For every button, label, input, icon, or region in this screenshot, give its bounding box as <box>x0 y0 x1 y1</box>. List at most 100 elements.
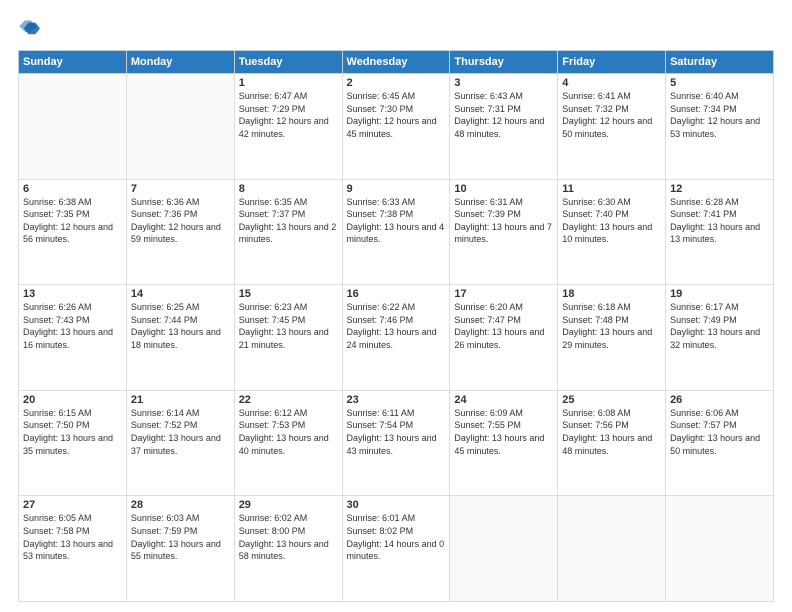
weekday-header-friday: Friday <box>558 51 666 74</box>
calendar-cell: 5Sunrise: 6:40 AMSunset: 7:34 PMDaylight… <box>666 74 774 180</box>
day-info: Sunrise: 6:30 AMSunset: 7:40 PMDaylight:… <box>562 196 661 246</box>
week-row-2: 6Sunrise: 6:38 AMSunset: 7:35 PMDaylight… <box>19 179 774 285</box>
page-header <box>18 18 774 40</box>
day-number: 14 <box>131 288 230 300</box>
calendar-cell: 12Sunrise: 6:28 AMSunset: 7:41 PMDayligh… <box>666 179 774 285</box>
day-info: Sunrise: 6:45 AMSunset: 7:30 PMDaylight:… <box>347 90 446 140</box>
week-row-5: 27Sunrise: 6:05 AMSunset: 7:58 PMDayligh… <box>19 496 774 602</box>
day-info: Sunrise: 6:40 AMSunset: 7:34 PMDaylight:… <box>670 90 769 140</box>
day-number: 15 <box>239 288 338 300</box>
day-number: 23 <box>347 394 446 406</box>
calendar-cell: 20Sunrise: 6:15 AMSunset: 7:50 PMDayligh… <box>19 390 127 496</box>
calendar-cell <box>450 496 558 602</box>
day-number: 16 <box>347 288 446 300</box>
day-info: Sunrise: 6:15 AMSunset: 7:50 PMDaylight:… <box>23 407 122 457</box>
day-info: Sunrise: 6:43 AMSunset: 7:31 PMDaylight:… <box>454 90 553 140</box>
calendar-cell: 21Sunrise: 6:14 AMSunset: 7:52 PMDayligh… <box>126 390 234 496</box>
day-info: Sunrise: 6:14 AMSunset: 7:52 PMDaylight:… <box>131 407 230 457</box>
day-info: Sunrise: 6:05 AMSunset: 7:58 PMDaylight:… <box>23 512 122 562</box>
day-number: 26 <box>670 394 769 406</box>
day-number: 8 <box>239 183 338 195</box>
calendar-cell: 11Sunrise: 6:30 AMSunset: 7:40 PMDayligh… <box>558 179 666 285</box>
day-number: 22 <box>239 394 338 406</box>
day-info: Sunrise: 6:26 AMSunset: 7:43 PMDaylight:… <box>23 301 122 351</box>
day-info: Sunrise: 6:08 AMSunset: 7:56 PMDaylight:… <box>562 407 661 457</box>
day-info: Sunrise: 6:33 AMSunset: 7:38 PMDaylight:… <box>347 196 446 246</box>
calendar-cell: 17Sunrise: 6:20 AMSunset: 7:47 PMDayligh… <box>450 285 558 391</box>
day-info: Sunrise: 6:47 AMSunset: 7:29 PMDaylight:… <box>239 90 338 140</box>
day-number: 30 <box>347 499 446 511</box>
calendar-cell: 29Sunrise: 6:02 AMSunset: 8:00 PMDayligh… <box>234 496 342 602</box>
day-info: Sunrise: 6:17 AMSunset: 7:49 PMDaylight:… <box>670 301 769 351</box>
day-info: Sunrise: 6:12 AMSunset: 7:53 PMDaylight:… <box>239 407 338 457</box>
calendar-cell: 27Sunrise: 6:05 AMSunset: 7:58 PMDayligh… <box>19 496 127 602</box>
day-number: 4 <box>562 77 661 89</box>
day-info: Sunrise: 6:35 AMSunset: 7:37 PMDaylight:… <box>239 196 338 246</box>
calendar-cell: 10Sunrise: 6:31 AMSunset: 7:39 PMDayligh… <box>450 179 558 285</box>
day-number: 9 <box>347 183 446 195</box>
calendar-cell <box>19 74 127 180</box>
calendar-cell: 19Sunrise: 6:17 AMSunset: 7:49 PMDayligh… <box>666 285 774 391</box>
day-number: 29 <box>239 499 338 511</box>
calendar-cell: 16Sunrise: 6:22 AMSunset: 7:46 PMDayligh… <box>342 285 450 391</box>
day-number: 17 <box>454 288 553 300</box>
calendar-cell <box>126 74 234 180</box>
day-number: 12 <box>670 183 769 195</box>
calendar-cell: 13Sunrise: 6:26 AMSunset: 7:43 PMDayligh… <box>19 285 127 391</box>
day-info: Sunrise: 6:11 AMSunset: 7:54 PMDaylight:… <box>347 407 446 457</box>
calendar-cell: 28Sunrise: 6:03 AMSunset: 7:59 PMDayligh… <box>126 496 234 602</box>
day-number: 27 <box>23 499 122 511</box>
week-row-3: 13Sunrise: 6:26 AMSunset: 7:43 PMDayligh… <box>19 285 774 391</box>
calendar-cell: 14Sunrise: 6:25 AMSunset: 7:44 PMDayligh… <box>126 285 234 391</box>
day-number: 3 <box>454 77 553 89</box>
calendar-cell: 1Sunrise: 6:47 AMSunset: 7:29 PMDaylight… <box>234 74 342 180</box>
day-number: 1 <box>239 77 338 89</box>
day-info: Sunrise: 6:28 AMSunset: 7:41 PMDaylight:… <box>670 196 769 246</box>
day-info: Sunrise: 6:03 AMSunset: 7:59 PMDaylight:… <box>131 512 230 562</box>
day-info: Sunrise: 6:06 AMSunset: 7:57 PMDaylight:… <box>670 407 769 457</box>
day-info: Sunrise: 6:20 AMSunset: 7:47 PMDaylight:… <box>454 301 553 351</box>
day-number: 18 <box>562 288 661 300</box>
day-info: Sunrise: 6:38 AMSunset: 7:35 PMDaylight:… <box>23 196 122 246</box>
calendar-table: SundayMondayTuesdayWednesdayThursdayFrid… <box>18 50 774 602</box>
calendar-cell: 9Sunrise: 6:33 AMSunset: 7:38 PMDaylight… <box>342 179 450 285</box>
calendar-cell: 23Sunrise: 6:11 AMSunset: 7:54 PMDayligh… <box>342 390 450 496</box>
calendar-cell <box>558 496 666 602</box>
calendar-cell: 22Sunrise: 6:12 AMSunset: 7:53 PMDayligh… <box>234 390 342 496</box>
day-number: 28 <box>131 499 230 511</box>
weekday-header-tuesday: Tuesday <box>234 51 342 74</box>
day-number: 25 <box>562 394 661 406</box>
day-info: Sunrise: 6:25 AMSunset: 7:44 PMDaylight:… <box>131 301 230 351</box>
logo <box>18 18 42 40</box>
calendar-cell: 26Sunrise: 6:06 AMSunset: 7:57 PMDayligh… <box>666 390 774 496</box>
day-number: 19 <box>670 288 769 300</box>
day-number: 20 <box>23 394 122 406</box>
weekday-header-sunday: Sunday <box>19 51 127 74</box>
calendar-cell: 3Sunrise: 6:43 AMSunset: 7:31 PMDaylight… <box>450 74 558 180</box>
weekday-header-saturday: Saturday <box>666 51 774 74</box>
calendar-cell: 8Sunrise: 6:35 AMSunset: 7:37 PMDaylight… <box>234 179 342 285</box>
day-number: 24 <box>454 394 553 406</box>
calendar-cell: 7Sunrise: 6:36 AMSunset: 7:36 PMDaylight… <box>126 179 234 285</box>
day-number: 2 <box>347 77 446 89</box>
day-number: 6 <box>23 183 122 195</box>
day-info: Sunrise: 6:36 AMSunset: 7:36 PMDaylight:… <box>131 196 230 246</box>
day-number: 10 <box>454 183 553 195</box>
weekday-header-thursday: Thursday <box>450 51 558 74</box>
day-number: 13 <box>23 288 122 300</box>
day-info: Sunrise: 6:41 AMSunset: 7:32 PMDaylight:… <box>562 90 661 140</box>
day-info: Sunrise: 6:09 AMSunset: 7:55 PMDaylight:… <box>454 407 553 457</box>
day-info: Sunrise: 6:01 AMSunset: 8:02 PMDaylight:… <box>347 512 446 562</box>
logo-icon <box>18 18 40 40</box>
day-number: 21 <box>131 394 230 406</box>
day-number: 11 <box>562 183 661 195</box>
weekday-header-monday: Monday <box>126 51 234 74</box>
calendar-cell: 15Sunrise: 6:23 AMSunset: 7:45 PMDayligh… <box>234 285 342 391</box>
day-number: 7 <box>131 183 230 195</box>
day-info: Sunrise: 6:18 AMSunset: 7:48 PMDaylight:… <box>562 301 661 351</box>
calendar-cell: 25Sunrise: 6:08 AMSunset: 7:56 PMDayligh… <box>558 390 666 496</box>
calendar-cell <box>666 496 774 602</box>
calendar-cell: 24Sunrise: 6:09 AMSunset: 7:55 PMDayligh… <box>450 390 558 496</box>
calendar-cell: 18Sunrise: 6:18 AMSunset: 7:48 PMDayligh… <box>558 285 666 391</box>
calendar-cell: 6Sunrise: 6:38 AMSunset: 7:35 PMDaylight… <box>19 179 127 285</box>
